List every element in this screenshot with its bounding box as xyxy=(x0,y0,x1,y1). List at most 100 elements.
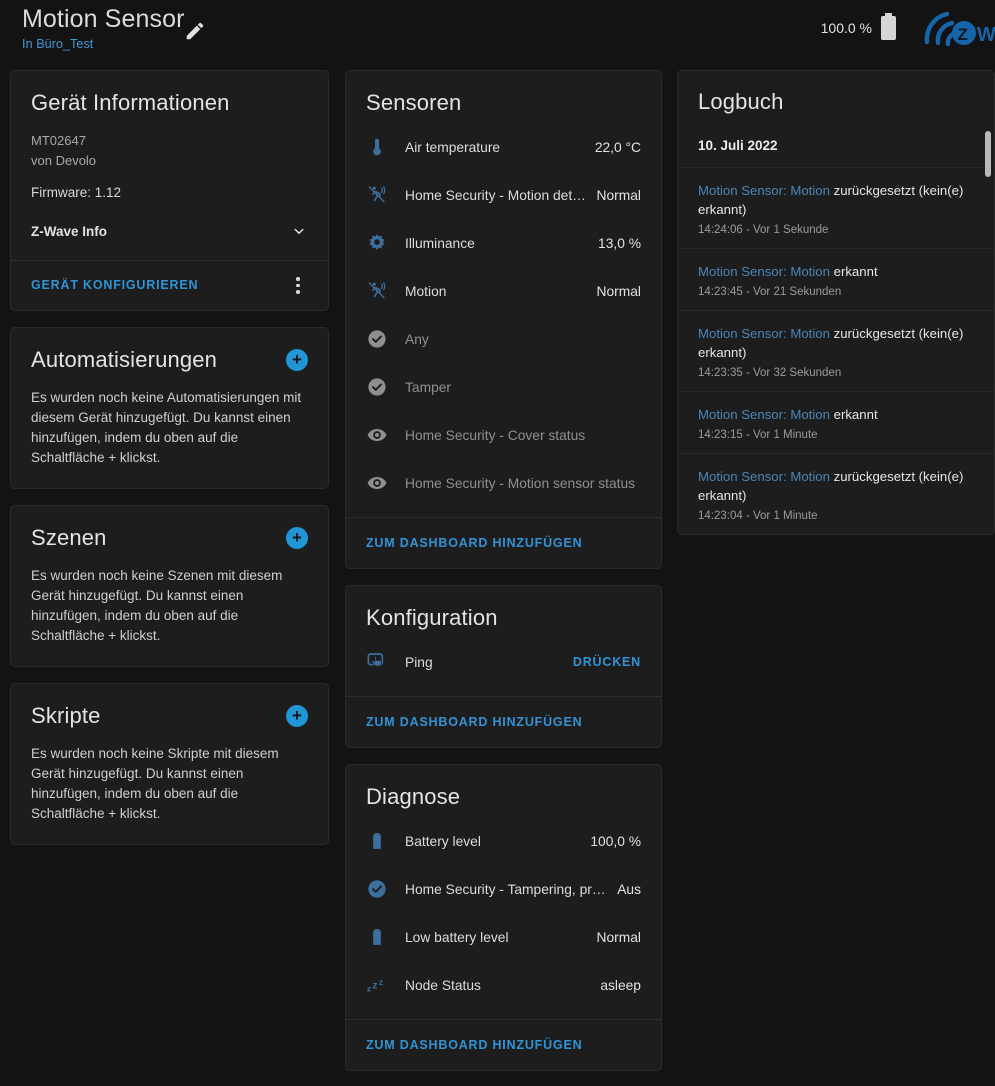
room-link[interactable]: In Büro_Test xyxy=(22,37,185,51)
logbook-entry-subject: Motion Sensor: Motion xyxy=(698,183,830,198)
svg-text:z: z xyxy=(379,978,383,987)
kebab-menu-icon[interactable] xyxy=(288,277,308,294)
pencil-icon xyxy=(184,20,206,42)
logbook-entry-action: erkannt xyxy=(830,264,878,279)
check-circle-icon xyxy=(366,878,388,900)
logbook-entry-subject: Motion Sensor: Motion xyxy=(698,469,830,484)
motion-detector-icon xyxy=(360,280,394,302)
data-row[interactable]: Home Security - Tampering, pr…Aus xyxy=(346,865,661,913)
data-row[interactable]: Low battery level Normal xyxy=(346,913,661,961)
logbook-entry-text: Motion Sensor: Motion zurückgesetzt (kei… xyxy=(698,467,970,505)
svg-text:Z: Z xyxy=(958,25,968,44)
sensors-card: Sensoren Air temperature22,0 °C Home Sec… xyxy=(345,70,662,569)
diagnose-card: Diagnose Battery level 100,0 % Home Securi… xyxy=(345,764,662,1071)
tap-gesture-icon xyxy=(360,651,394,673)
logbook-entry-time: 14:23:35 - Vor 32 Sekunden xyxy=(698,367,970,379)
logbook-date-header: 10. Juli 2022 xyxy=(678,116,994,167)
configuration-card: Konfiguration PingDRÜCKEN ZUM DASHBOARD … xyxy=(345,585,662,748)
logbook-card: Logbuch 10. Juli 2022 Motion Sensor: Mot… xyxy=(677,70,995,535)
diagnose-title: Diagnose xyxy=(366,783,641,811)
logbook-entry-text: Motion Sensor: Motion erkannt xyxy=(698,262,970,281)
row-label: Home Security - Motion det… xyxy=(405,188,587,203)
logbook-entry[interactable]: Motion Sensor: Motion zurückgesetzt (kei… xyxy=(678,310,994,391)
scenes-title: Szenen xyxy=(31,524,107,552)
zwave-logo: Z WAVE xyxy=(917,2,995,54)
row-label: Low battery level xyxy=(405,930,587,945)
diagnose-list: Battery level 100,0 % Home Security - Tamp… xyxy=(346,811,661,1019)
brightness-icon xyxy=(366,232,388,254)
data-row[interactable]: z z zNode Statusasleep xyxy=(346,961,661,1009)
sensors-add-to-dashboard-button[interactable]: ZUM DASHBOARD HINZUFÜGEN xyxy=(346,518,661,568)
automations-empty-text: Es wurden noch keine Automatisierungen m… xyxy=(31,388,308,468)
press-button[interactable]: DRÜCKEN xyxy=(573,655,641,669)
add-script-button[interactable]: + xyxy=(286,705,308,727)
configuration-list: Ping DRÜCKEN xyxy=(346,632,661,696)
svg-text:WAVE: WAVE xyxy=(977,24,995,46)
data-row[interactable]: Illuminance13,0 % xyxy=(346,219,661,267)
data-row[interactable]: Air temperature22,0 °C xyxy=(346,123,661,171)
zwave-info-label: Z-Wave Info xyxy=(31,224,107,239)
battery-icon xyxy=(366,830,388,852)
data-row[interactable]: Any xyxy=(346,315,661,363)
logbook-entry[interactable]: Motion Sensor: Motion zurückgesetzt (kei… xyxy=(678,453,994,534)
scenes-card: Szenen + Es wurden noch keine Szenen mit… xyxy=(10,505,329,667)
logbook-entry-time: 14:23:45 - Vor 21 Sekunden xyxy=(698,286,970,298)
device-info-title: Gerät Informationen xyxy=(31,89,308,117)
sleep-icon: z z z xyxy=(366,974,388,996)
zwave-info-expander[interactable]: Z-Wave Info xyxy=(31,222,308,240)
row-value: Normal xyxy=(597,284,641,299)
logbook-entry-subject: Motion Sensor: Motion xyxy=(698,326,830,341)
device-info-card: Gerät Informationen MT02647 von Devolo F… xyxy=(10,70,329,311)
eye-icon xyxy=(360,424,394,446)
data-row[interactable]: Home Security - Motion sensor status xyxy=(346,459,661,507)
data-row[interactable]: MotionNormal xyxy=(346,267,661,315)
sleep-icon: z z z xyxy=(360,974,394,996)
logbook-entries[interactable]: Motion Sensor: Motion zurückgesetzt (kei… xyxy=(678,167,994,534)
header-titles: Motion Sensor In Büro_Test xyxy=(22,4,185,51)
page-title: Motion Sensor xyxy=(22,4,185,34)
logbook-entry[interactable]: Motion Sensor: Motion erkannt 14:23:45 - … xyxy=(678,248,994,310)
sensors-list: Air temperature22,0 °C Home Security - M… xyxy=(346,117,661,517)
column-left: Gerät Informationen MT02647 von Devolo F… xyxy=(10,70,329,861)
logbook-entry-subject: Motion Sensor: Motion xyxy=(698,407,830,422)
logbook-entry-text: Motion Sensor: Motion erkannt xyxy=(698,405,970,424)
configure-device-button[interactable]: GERÄT KONFIGURIEREN xyxy=(31,278,198,292)
motion-detector-icon xyxy=(366,184,388,206)
battery-percent: 100.0 % xyxy=(821,20,872,36)
device-model: MT02647 xyxy=(31,131,308,151)
check-circle-icon xyxy=(366,328,388,350)
row-label: Battery level xyxy=(405,834,580,849)
data-row[interactable]: Battery level 100,0 % xyxy=(346,817,661,865)
eye-icon xyxy=(360,472,394,494)
logbook-entry-text: Motion Sensor: Motion zurückgesetzt (kei… xyxy=(698,324,970,362)
diagnose-add-to-dashboard-button[interactable]: ZUM DASHBOARD HINZUFÜGEN xyxy=(346,1020,661,1070)
row-value: 100,0 % xyxy=(590,834,641,849)
eye-icon xyxy=(366,424,388,446)
device-detail-page: Motion Sensor In Büro_Test 100.0 % Z xyxy=(0,0,995,1086)
header-status: 100.0 % Z WAVE xyxy=(821,0,995,56)
add-scene-button[interactable]: + xyxy=(286,527,308,549)
data-row[interactable]: Ping DRÜCKEN xyxy=(346,638,661,686)
data-row[interactable]: Tamper xyxy=(346,363,661,411)
logbook-entry[interactable]: Motion Sensor: Motion erkannt14:23:15 - … xyxy=(678,391,994,453)
row-value: Normal xyxy=(597,188,641,203)
data-row[interactable]: Home Security - Cover status xyxy=(346,411,661,459)
add-automation-button[interactable]: + xyxy=(286,349,308,371)
row-label: Ping xyxy=(405,655,563,670)
motion-detector-icon xyxy=(366,280,388,302)
edit-name-button[interactable] xyxy=(178,14,212,48)
row-value: Normal xyxy=(597,930,641,945)
device-manufacturer: von Devolo xyxy=(31,151,308,171)
logbook-scrollbar[interactable] xyxy=(985,131,991,177)
svg-text:z: z xyxy=(367,984,371,993)
chevron-down-icon xyxy=(290,222,308,240)
page-header: Motion Sensor In Büro_Test 100.0 % Z xyxy=(0,0,995,62)
thermometer-icon xyxy=(360,136,394,158)
row-value: 22,0 °C xyxy=(595,140,641,155)
configuration-add-to-dashboard-button[interactable]: ZUM DASHBOARD HINZUFÜGEN xyxy=(346,697,661,747)
row-label: Any xyxy=(405,332,641,347)
eye-icon xyxy=(366,472,388,494)
data-row[interactable]: Home Security - Motion det… Normal xyxy=(346,171,661,219)
row-label: Home Security - Tampering, pr… xyxy=(405,882,607,897)
logbook-entry[interactable]: Motion Sensor: Motion zurückgesetzt (kei… xyxy=(678,167,994,248)
